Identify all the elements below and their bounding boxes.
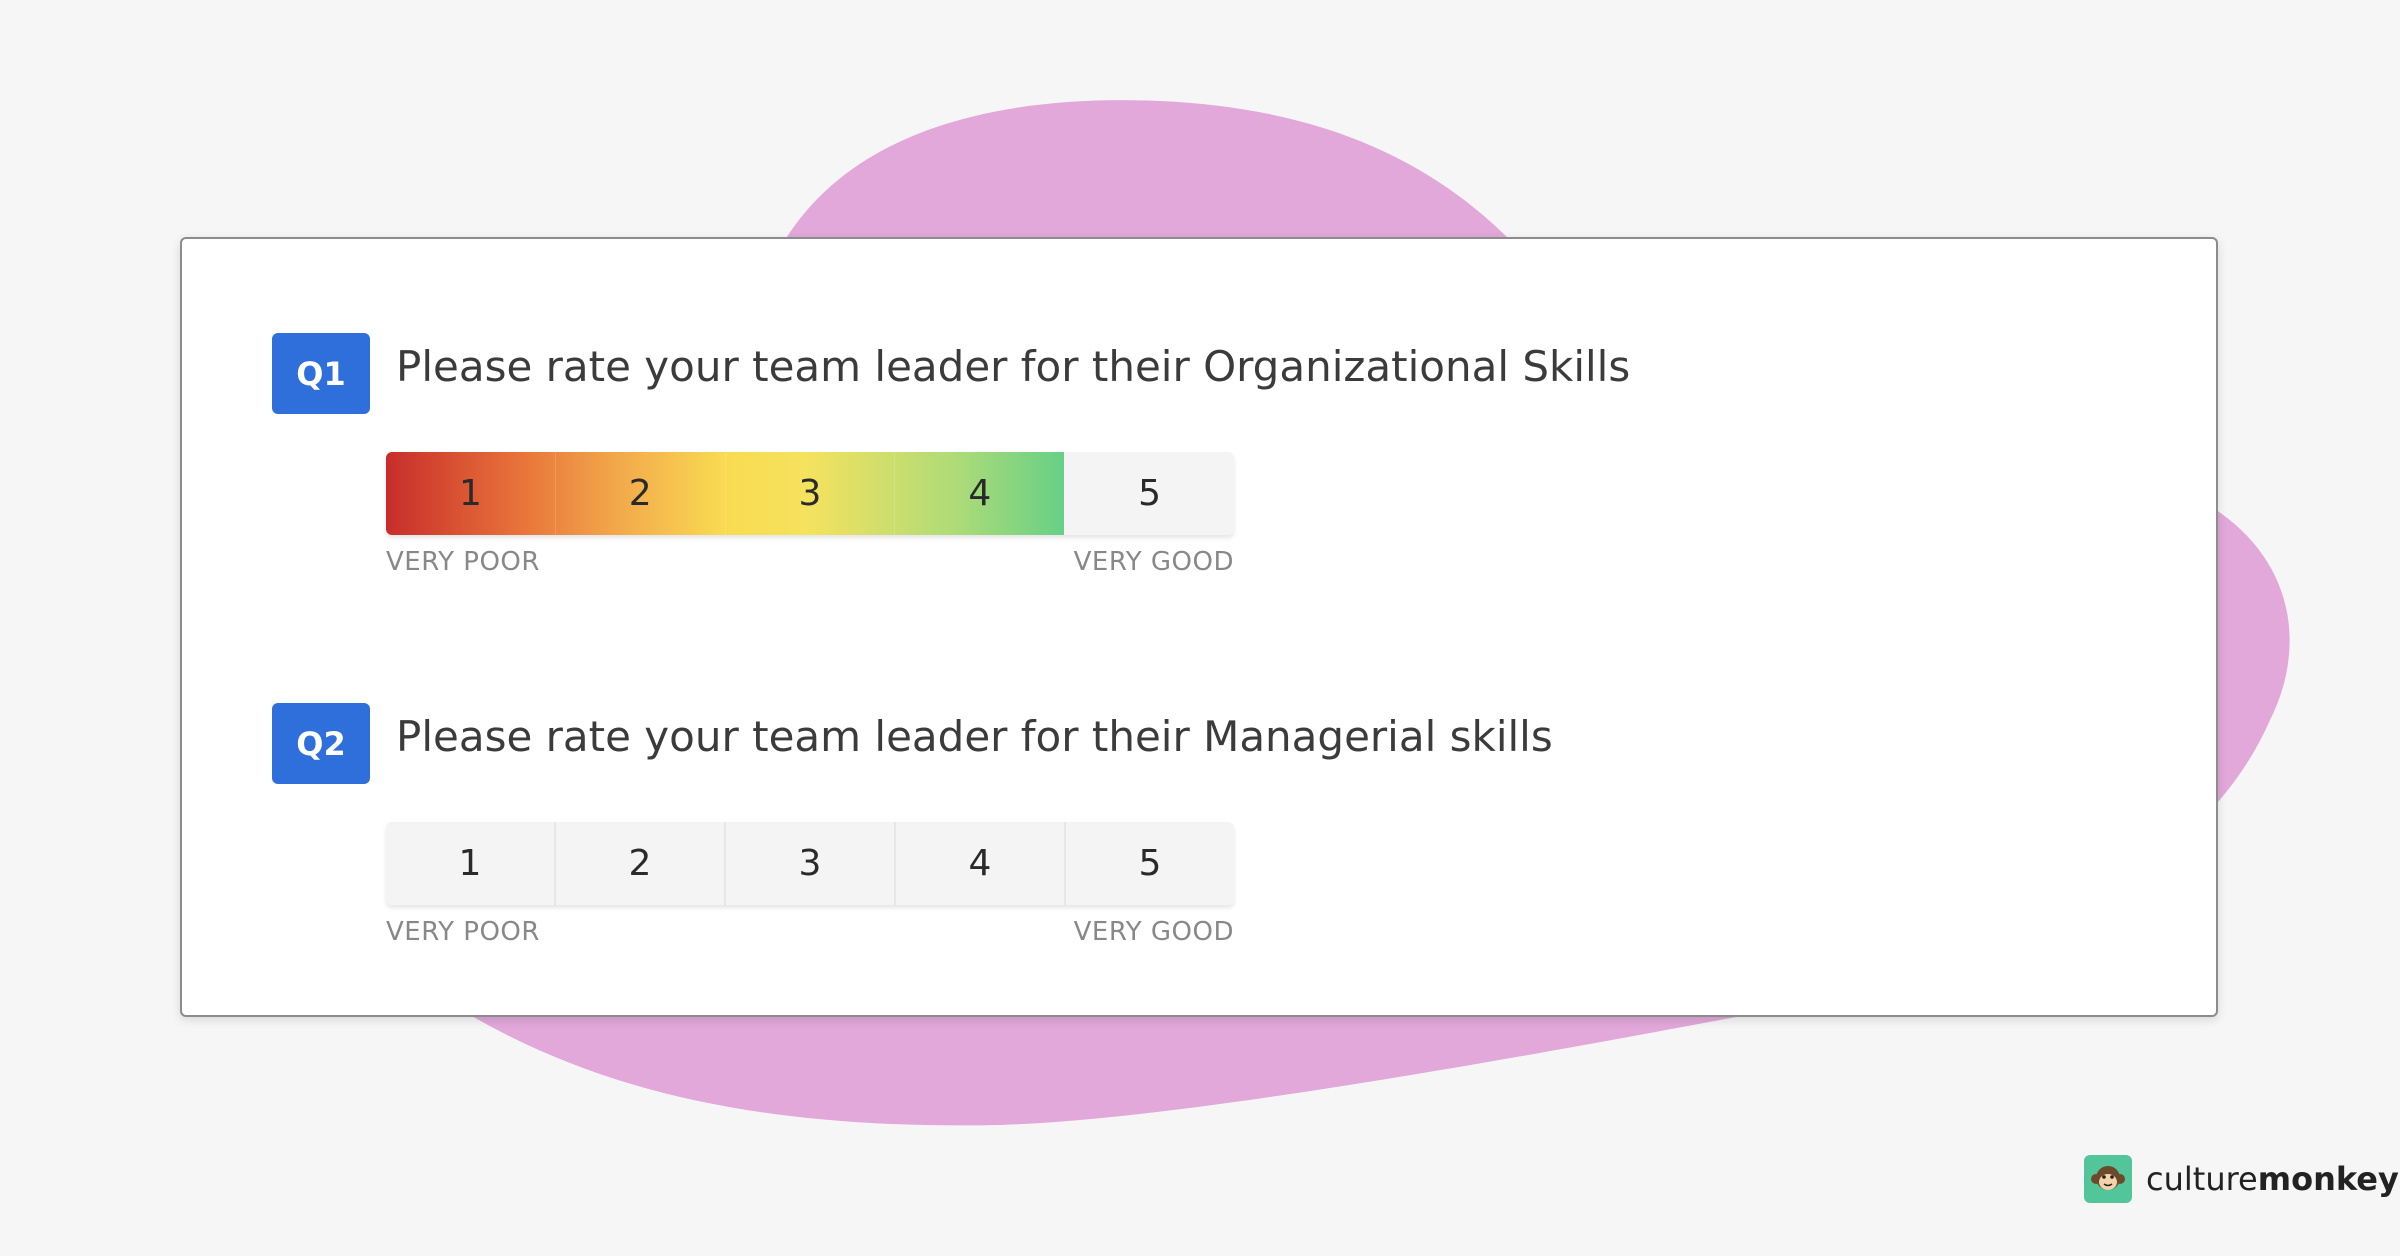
high-label: VERY GOOD	[1073, 547, 1234, 577]
low-label: VERY POOR	[386, 547, 540, 577]
brand-name: culturemonkey	[2146, 1160, 2399, 1198]
rating-option-5[interactable]: 5	[1065, 452, 1234, 535]
rating-option-4[interactable]: 4	[895, 452, 1066, 535]
question-text: Please rate your team leader for their M…	[396, 712, 1553, 761]
monkey-face-icon	[2084, 1155, 2132, 1203]
scale-labels: VERY POOR VERY GOOD	[386, 547, 1234, 581]
rating-scale: 1 2 3 4 5	[386, 452, 1234, 535]
rating-option-2[interactable]: 2	[556, 452, 726, 535]
high-label: VERY GOOD	[1073, 917, 1234, 947]
question-text: Please rate your team leader for their O…	[396, 342, 1631, 391]
scale-labels: VERY POOR VERY GOOD	[386, 917, 1234, 951]
rating-option-3[interactable]: 3	[726, 452, 896, 535]
brand-name-regular: culture	[2146, 1160, 2258, 1198]
low-label: VERY POOR	[386, 917, 540, 947]
rating-scale: 1 2 3 4 5	[386, 822, 1234, 905]
rating-option-4[interactable]: 4	[896, 822, 1066, 905]
question-badge: Q2	[272, 703, 370, 784]
rating-option-1[interactable]: 1	[386, 452, 556, 535]
brand-name-bold: monkey	[2257, 1160, 2399, 1198]
rating-option-5[interactable]: 5	[1066, 822, 1234, 905]
question-badge: Q1	[272, 333, 370, 414]
survey-card: Q1 Please rate your team leader for thei…	[180, 237, 2218, 1017]
rating-option-3[interactable]: 3	[726, 822, 896, 905]
brand-logo: culturemonkey	[2084, 1155, 2399, 1203]
rating-option-2[interactable]: 2	[556, 822, 726, 905]
rating-option-1[interactable]: 1	[386, 822, 556, 905]
